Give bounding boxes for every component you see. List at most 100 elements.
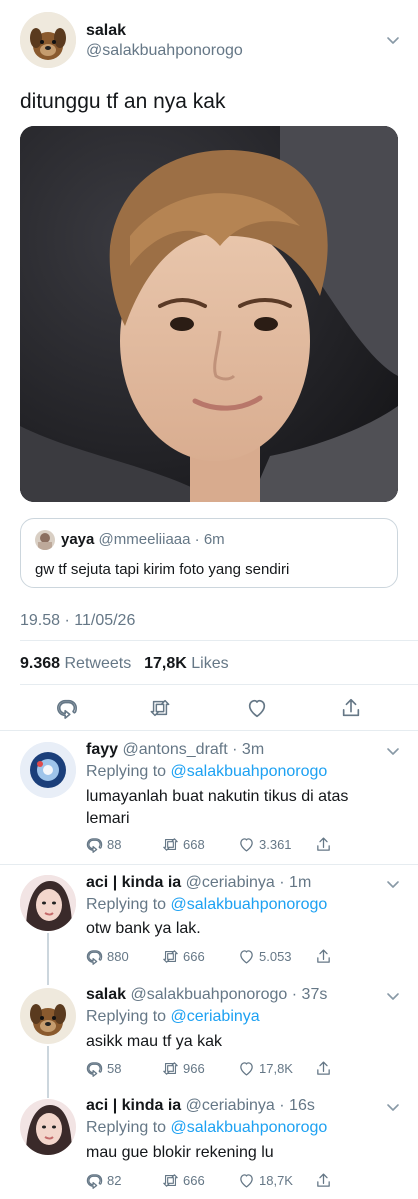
reply-avatar[interactable] bbox=[20, 742, 76, 798]
like-action[interactable]: 5.053 bbox=[238, 948, 292, 965]
reply-author-name[interactable]: fayy bbox=[86, 741, 118, 758]
reply-count: 88 bbox=[107, 837, 122, 852]
reply-time: · 37s bbox=[291, 986, 328, 1003]
chevron-down-icon[interactable] bbox=[385, 32, 401, 48]
reply-author-handle[interactable]: @ceriabinya bbox=[186, 1097, 275, 1114]
reply-author-name[interactable]: aci | kinda ia bbox=[86, 1097, 181, 1114]
share-icon[interactable] bbox=[315, 1060, 332, 1077]
reply-text: mau gue blokir rekening lu bbox=[86, 1144, 274, 1161]
reply-count: 82 bbox=[107, 1173, 122, 1188]
like-action[interactable]: 18,7K bbox=[238, 1172, 293, 1189]
quoted-author-handle: @mmeeliiaaa bbox=[98, 531, 191, 548]
reply-author-name[interactable]: aci | kinda ia bbox=[86, 874, 181, 891]
main-avatar[interactable] bbox=[20, 12, 76, 68]
retweet-count: 668 bbox=[183, 837, 205, 852]
retweet-count: 966 bbox=[183, 1061, 205, 1076]
chevron-down-icon[interactable] bbox=[385, 1099, 401, 1115]
replying-to-link[interactable]: @salakbuahponorogo bbox=[171, 1119, 328, 1136]
like-icon bbox=[238, 1172, 255, 1189]
reply-text: lemari bbox=[86, 810, 130, 827]
reply-icon[interactable] bbox=[56, 697, 78, 719]
reply-author-handle[interactable]: @salakbuahponorogo bbox=[131, 986, 288, 1003]
reply-count: 880 bbox=[107, 949, 129, 964]
reply-avatar[interactable] bbox=[20, 988, 76, 1044]
tweet-photo[interactable] bbox=[20, 126, 398, 502]
reply-avatar[interactable] bbox=[20, 1099, 76, 1155]
quoted-avatar bbox=[35, 530, 55, 550]
like-icon[interactable] bbox=[246, 697, 268, 719]
divider bbox=[20, 684, 418, 685]
likes-label[interactable]: Likes bbox=[191, 655, 228, 672]
reply-icon bbox=[86, 948, 103, 965]
retweet-action[interactable]: 966 bbox=[162, 1060, 205, 1077]
retweets-count[interactable]: 9.368 bbox=[20, 655, 60, 672]
replying-to-link[interactable]: @salakbuahponorogo bbox=[171, 896, 328, 913]
divider bbox=[20, 640, 418, 641]
like-count: 18,7K bbox=[259, 1173, 293, 1188]
retweet-count: 666 bbox=[183, 949, 205, 964]
chevron-down-icon[interactable] bbox=[385, 876, 401, 892]
like-count: 17,8K bbox=[259, 1061, 293, 1076]
reply-icon bbox=[86, 1060, 103, 1077]
like-count: 5.053 bbox=[259, 949, 292, 964]
divider bbox=[0, 864, 418, 865]
reply-author-handle[interactable]: @antons_draft bbox=[122, 741, 227, 758]
retweet-icon[interactable] bbox=[149, 697, 171, 719]
reply-text: lumayanlah buat nakutin tikus di atas bbox=[86, 788, 349, 805]
retweet-icon bbox=[162, 836, 179, 853]
quoted-tweet-text: gw tf sejuta tapi kirim foto yang sendir… bbox=[35, 561, 290, 578]
like-action[interactable]: 17,8K bbox=[238, 1060, 293, 1077]
reply-time: · 3m bbox=[232, 741, 265, 758]
photo-image bbox=[20, 126, 398, 502]
quoted-author-name: yaya bbox=[61, 531, 95, 548]
reply-action[interactable]: 58 bbox=[86, 1060, 121, 1077]
retweet-action[interactable]: 666 bbox=[162, 948, 205, 965]
retweet-icon bbox=[162, 1172, 179, 1189]
share-icon[interactable] bbox=[315, 948, 332, 965]
replying-to-prefix: Replying to bbox=[86, 1119, 167, 1136]
main-author-handle[interactable]: @salakbuahponorogo bbox=[86, 42, 243, 60]
retweets-label[interactable]: Retweets bbox=[65, 655, 132, 672]
reply-count: 58 bbox=[107, 1061, 122, 1076]
main-tweet-text: ditunggu tf an nya kak bbox=[20, 90, 226, 113]
main-timestamp[interactable]: 19.58 · 11/05/26 bbox=[20, 612, 135, 630]
reply-avatar[interactable] bbox=[20, 875, 76, 931]
replying-to-prefix: Replying to bbox=[86, 1008, 167, 1025]
reply-action[interactable]: 88 bbox=[86, 836, 121, 853]
replying-to-link[interactable]: @ceriabinya bbox=[171, 1008, 260, 1025]
like-count: 3.361 bbox=[259, 837, 292, 852]
share-icon[interactable] bbox=[340, 697, 362, 719]
reply-time: · 1m bbox=[279, 874, 312, 891]
thread-line bbox=[47, 933, 49, 985]
reply-icon bbox=[86, 836, 103, 853]
like-action[interactable]: 3.361 bbox=[238, 836, 292, 853]
reply-action[interactable]: 82 bbox=[86, 1172, 121, 1189]
quoted-time: · 6m bbox=[194, 531, 225, 548]
engagement-stats: 9.368 Retweets 17,8K Likes bbox=[20, 655, 229, 673]
like-icon bbox=[238, 948, 255, 965]
replying-to-prefix: Replying to bbox=[86, 896, 167, 913]
retweet-action[interactable]: 668 bbox=[162, 836, 205, 853]
main-author-name[interactable]: salak bbox=[86, 22, 126, 40]
like-icon bbox=[238, 1060, 255, 1077]
thread-line bbox=[47, 1046, 49, 1098]
retweet-icon bbox=[162, 1060, 179, 1077]
replying-to-link[interactable]: @salakbuahponorogo bbox=[171, 763, 328, 780]
retweet-icon bbox=[162, 948, 179, 965]
share-icon[interactable] bbox=[315, 836, 332, 853]
reply-text: asikk mau tf ya kak bbox=[86, 1033, 223, 1050]
chevron-down-icon[interactable] bbox=[385, 988, 401, 1004]
likes-count[interactable]: 17,8K bbox=[144, 655, 187, 672]
reply-action[interactable]: 880 bbox=[86, 948, 129, 965]
reply-icon bbox=[86, 1172, 103, 1189]
share-icon[interactable] bbox=[315, 1172, 332, 1189]
reply-author-handle[interactable]: @ceriabinya bbox=[186, 874, 275, 891]
retweet-count: 666 bbox=[183, 1173, 205, 1188]
reply-author-name[interactable]: salak bbox=[86, 986, 126, 1003]
reply-text: otw bank ya lak. bbox=[86, 920, 201, 937]
retweet-action[interactable]: 666 bbox=[162, 1172, 205, 1189]
reply-time: · 16s bbox=[279, 1097, 315, 1114]
replying-to-prefix: Replying to bbox=[86, 763, 167, 780]
chevron-down-icon[interactable] bbox=[385, 743, 401, 759]
quoted-tweet-card[interactable]: yaya @mmeeliiaaa · 6m gw tf sejuta tapi … bbox=[20, 518, 398, 588]
